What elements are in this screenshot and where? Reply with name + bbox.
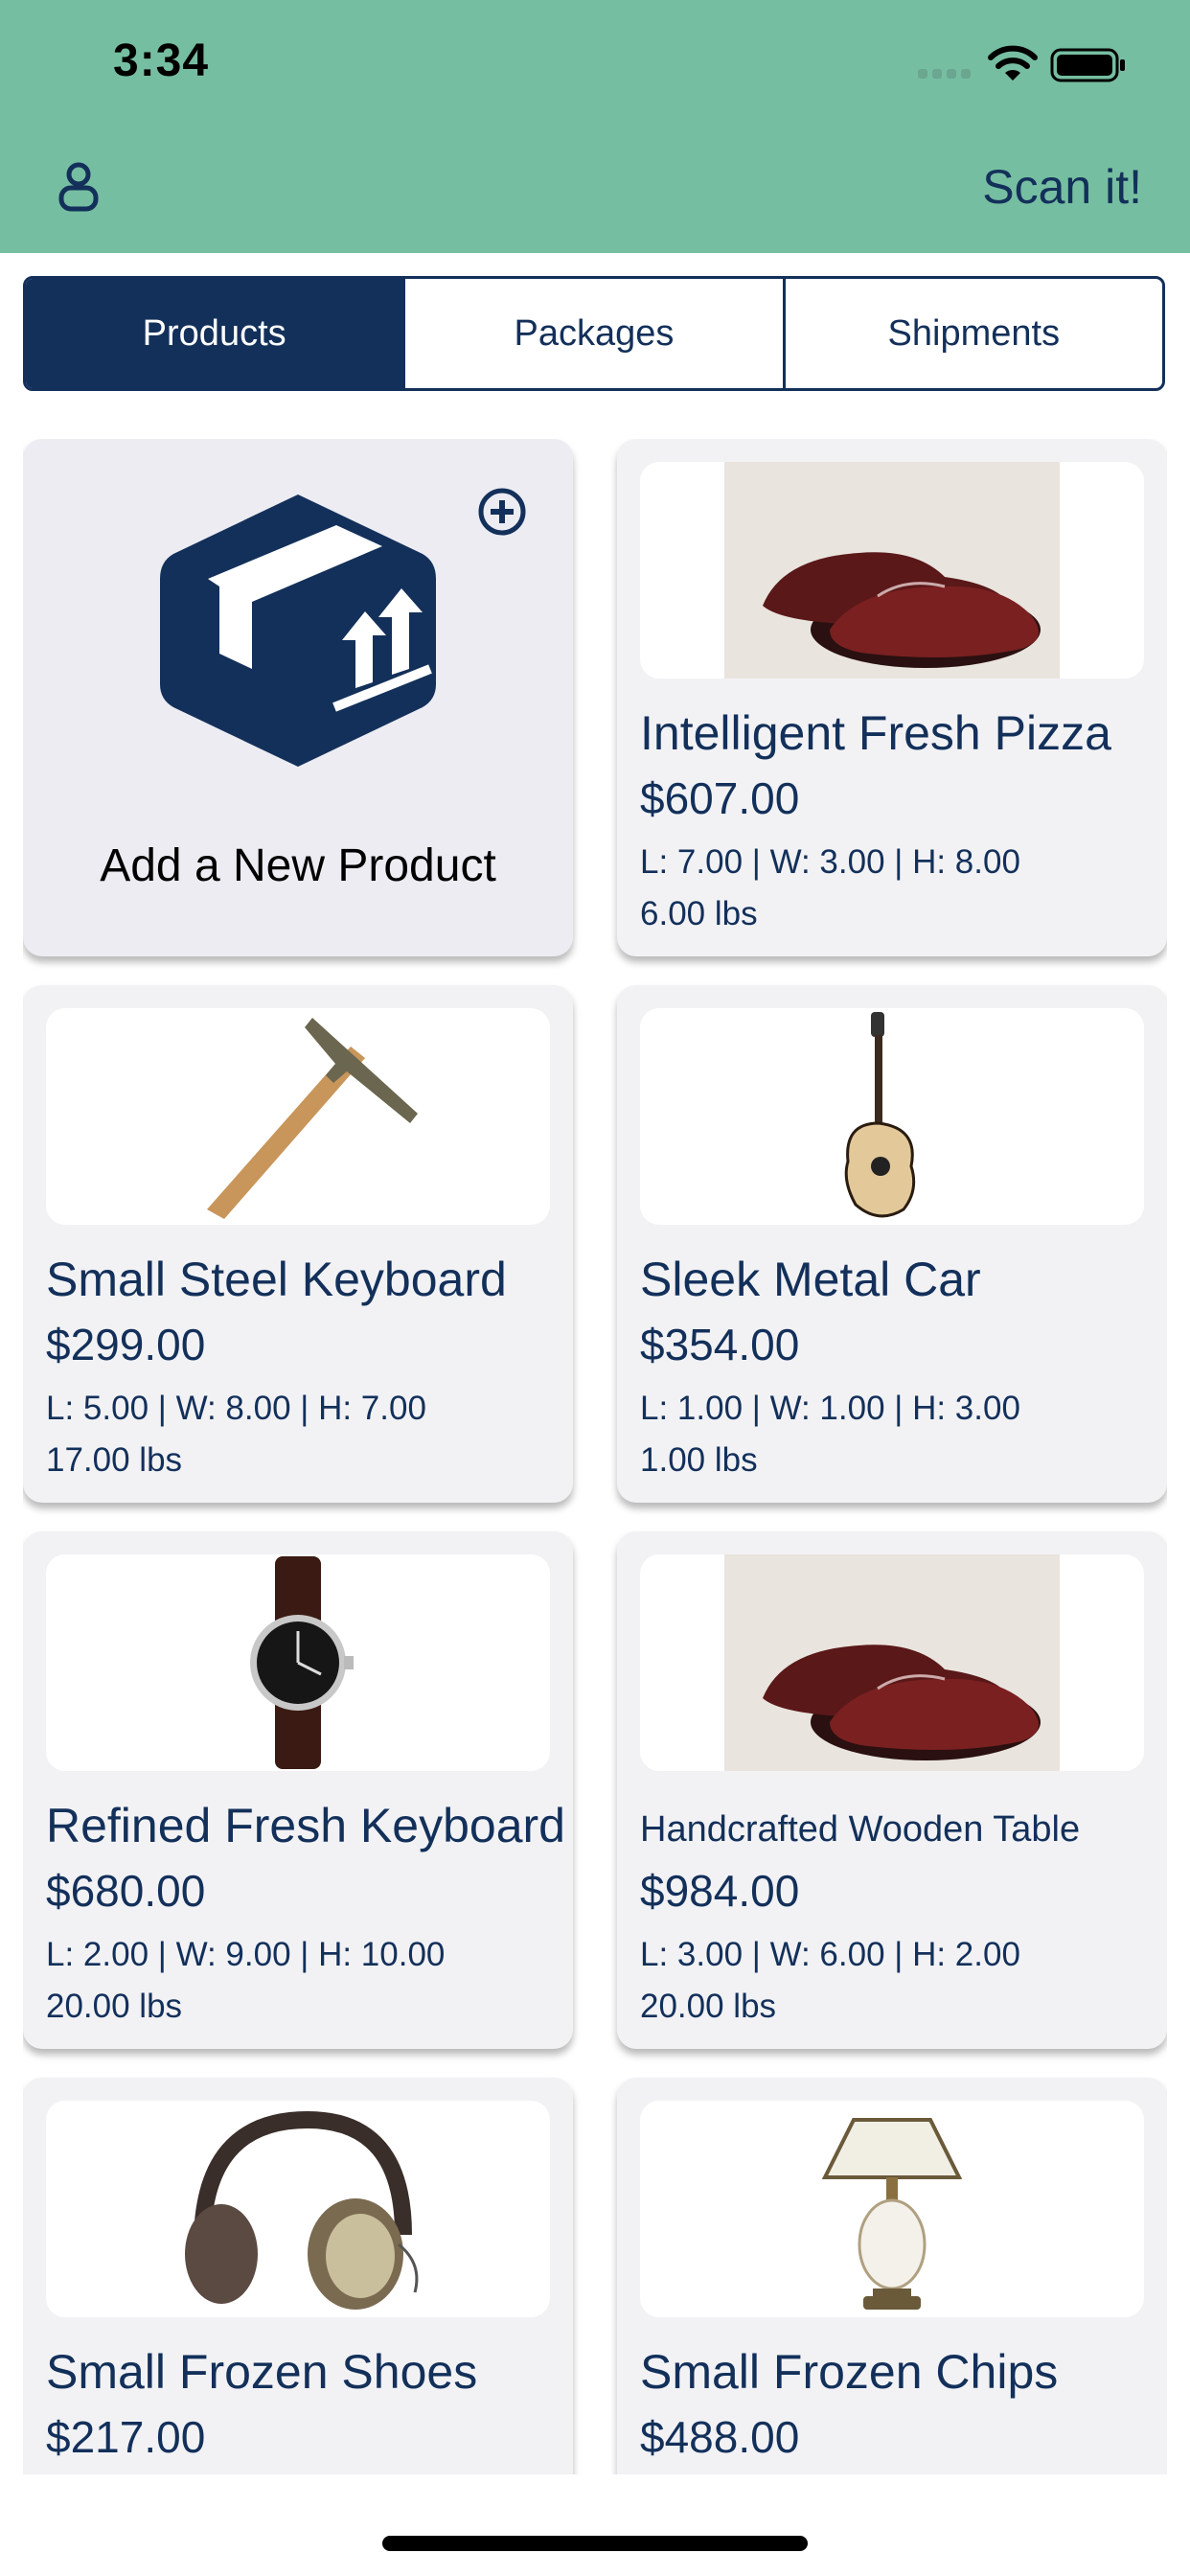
package-box-icon: [160, 494, 436, 767]
product-card[interactable]: Refined Fresh Keyboard $680.00 L: 2.00 |…: [23, 1531, 573, 2049]
tab-shipments[interactable]: Shipments: [782, 279, 1162, 388]
lamp-image-icon: [821, 2118, 963, 2310]
product-card[interactable]: Handcrafted Wooden Table $984.00 L: 3.00…: [617, 1531, 1167, 2049]
add-plus-icon[interactable]: [477, 487, 527, 537]
product-price: $607.00: [640, 773, 800, 823]
product-price: $354.00: [640, 1320, 800, 1369]
product-price: $488.00: [640, 2412, 800, 2462]
product-name: Small Frozen Chips: [640, 2345, 1059, 2399]
product-card[interactable]: Intelligent Fresh Pizza $607.00 L: 7.00 …: [617, 439, 1167, 956]
hammer-image-icon: [207, 1018, 418, 1219]
product-image: [640, 1554, 1144, 1771]
product-weight: 20.00 lbs: [46, 1988, 183, 2025]
add-product-label: Add a New Product: [100, 840, 496, 891]
product-image: [640, 462, 1144, 678]
cellular-signal-icon: [918, 69, 971, 79]
tab-products[interactable]: Products: [26, 279, 403, 388]
product-name: Intelligent Fresh Pizza: [640, 706, 1111, 760]
scan-button[interactable]: Scan it!: [982, 159, 1142, 215]
product-name: Handcrafted Wooden Table: [640, 1809, 1081, 1850]
app-header: 3:34 Scan it!: [0, 0, 1190, 253]
shoes-image-icon: [724, 462, 1060, 678]
tab-packages[interactable]: Packages: [402, 279, 782, 388]
product-price: $299.00: [46, 1320, 206, 1369]
product-name: Small Steel Keyboard: [46, 1253, 507, 1306]
product-image: [46, 1008, 550, 1225]
product-name: Small Frozen Shoes: [46, 2345, 478, 2399]
product-weight: 20.00 lbs: [640, 1988, 777, 2025]
product-image: [46, 1554, 550, 1771]
product-weight: 17.00 lbs: [46, 1441, 183, 1479]
wifi-icon: [988, 45, 1038, 80]
product-name: Refined Fresh Keyboard: [46, 1799, 565, 1852]
profile-icon[interactable]: [57, 161, 100, 213]
home-indicator[interactable]: [382, 2536, 808, 2551]
product-name: Sleek Metal Car: [640, 1253, 981, 1306]
watch-image-icon: [250, 1556, 354, 1769]
battery-icon: [1050, 48, 1125, 82]
product-card[interactable]: Sleek Metal Car $354.00 L: 1.00 | W: 1.0…: [617, 985, 1167, 1503]
product-card[interactable]: Small Steel Keyboard $299.00 L: 5.00 | W…: [23, 985, 573, 1503]
product-card[interactable]: Small Frozen Shoes $217.00: [23, 2078, 573, 2474]
product-weight: 1.00 lbs: [640, 1441, 758, 1479]
product-image: [640, 1008, 1144, 1225]
product-price: $680.00: [46, 1866, 206, 1916]
product-card[interactable]: Small Frozen Chips $488.00: [617, 2078, 1167, 2474]
product-dimensions: L: 5.00 | W: 8.00 | H: 7.00: [46, 1390, 426, 1427]
guitar-image-icon: [844, 1012, 916, 1218]
product-price: $984.00: [640, 1866, 800, 1916]
add-product-card[interactable]: Add a New Product: [23, 439, 573, 956]
product-dimensions: L: 7.00 | W: 3.00 | H: 8.00: [640, 843, 1020, 881]
product-price: $217.00: [46, 2412, 206, 2462]
product-grid: Add a New Product Intelligent Fresh Pizz…: [23, 439, 1167, 2474]
headphones-image-icon: [185, 2110, 419, 2310]
status-time: 3:34: [113, 35, 210, 86]
shoes-image-icon: [724, 1554, 1060, 1771]
product-weight: 6.00 lbs: [640, 895, 758, 932]
product-image: [640, 2101, 1144, 2317]
product-dimensions: L: 2.00 | W: 9.00 | H: 10.00: [46, 1936, 446, 1973]
product-image: [46, 2101, 550, 2317]
segmented-tabs: Products Packages Shipments: [23, 276, 1165, 391]
product-dimensions: L: 3.00 | W: 6.00 | H: 2.00: [640, 1936, 1020, 1973]
product-dimensions: L: 1.00 | W: 1.00 | H: 3.00: [640, 1390, 1020, 1427]
